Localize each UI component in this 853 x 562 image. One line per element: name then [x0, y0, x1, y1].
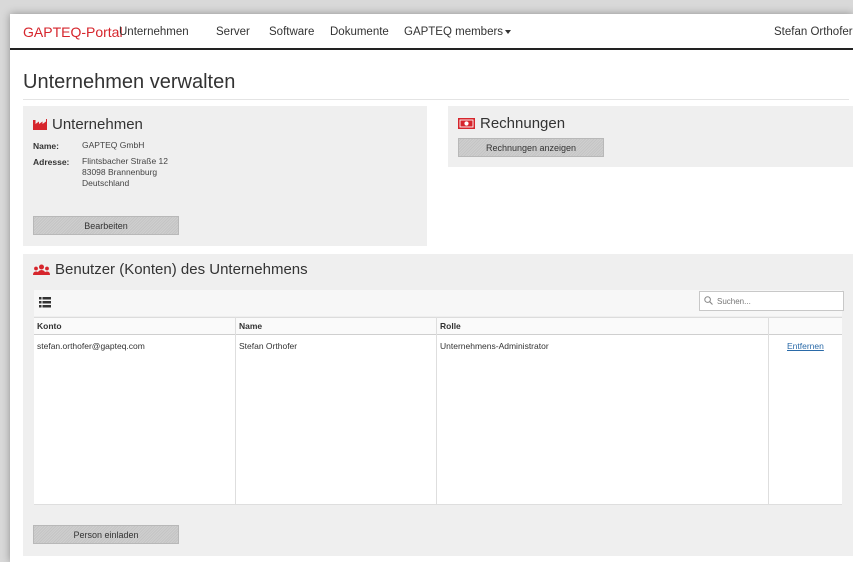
address-line-3: Deutschland	[82, 178, 130, 188]
invite-person-button[interactable]: Person einladen	[33, 525, 179, 544]
nav-item-software[interactable]: Software	[269, 26, 314, 38]
users-heading: Benutzer (Konten) des Unternehmens	[33, 261, 308, 279]
invoices-heading-text: Rechnungen	[480, 115, 566, 132]
cell-name: Stefan Orthofer	[239, 341, 298, 351]
users-icon	[33, 262, 50, 279]
chevron-down-icon	[505, 29, 512, 34]
user-name: Stefan Orthofer	[774, 26, 853, 38]
address-line-2: 83098 Brannenburg	[82, 167, 158, 177]
name-label: Name:	[33, 141, 59, 151]
column-header-rolle[interactable]: Rolle	[440, 321, 461, 331]
company-heading: Unternehmen	[33, 116, 143, 134]
column-header-name[interactable]: Name	[239, 321, 262, 331]
factory-icon	[33, 117, 47, 134]
top-navbar: GAPTEQ-Portal Unternehmen Server Softwar…	[10, 14, 853, 50]
brand-link[interactable]: GAPTEQ-Portal	[23, 24, 123, 40]
address-line-1: Flintsbacher Straße 12	[82, 156, 168, 166]
nav-item-server[interactable]: Server	[216, 26, 250, 38]
title-divider	[23, 99, 849, 100]
page-title: Unternehmen verwalten	[23, 71, 236, 93]
browser-window: GAPTEQ-Portal Unternehmen Server Softwar…	[10, 14, 853, 562]
cell-konto: stefan.orthofer@gapteq.com	[37, 341, 145, 351]
remove-user-link[interactable]: Entfernen	[787, 341, 824, 351]
edit-company-button[interactable]: Bearbeiten	[33, 216, 179, 235]
table-footer-line	[34, 504, 842, 505]
column-divider	[235, 317, 236, 504]
name-value: GAPTEQ GmbH	[82, 140, 145, 150]
address-label: Adresse:	[33, 157, 70, 167]
column-header-konto[interactable]: Konto	[37, 321, 62, 331]
nav-item-dokumente[interactable]: Dokumente	[330, 26, 389, 38]
column-divider	[768, 317, 769, 504]
members-label: GAPTEQ members	[404, 26, 504, 38]
banknote-icon	[458, 116, 475, 133]
search-input[interactable]	[699, 291, 844, 311]
show-invoices-button[interactable]: Rechnungen anzeigen	[458, 138, 604, 157]
nav-item-unternehmen[interactable]: Unternehmen	[119, 26, 189, 38]
users-heading-text: Benutzer (Konten) des Unternehmens	[55, 261, 308, 278]
cell-rolle: Unternehmens-Administrator	[440, 341, 549, 351]
column-divider	[436, 317, 437, 504]
users-table: Konto Name Rolle stefan.orthofer@gapteq.…	[34, 317, 842, 504]
nav-item-members-dropdown[interactable]: GAPTEQ members	[404, 26, 512, 38]
list-icon[interactable]	[39, 297, 51, 308]
user-menu-dropdown[interactable]: Stefan Orthofer	[774, 26, 853, 38]
invoices-heading: Rechnungen	[458, 115, 565, 133]
table-header-row: Konto Name Rolle	[34, 317, 842, 335]
company-heading-text: Unternehmen	[52, 116, 143, 133]
search-icon	[704, 296, 713, 305]
